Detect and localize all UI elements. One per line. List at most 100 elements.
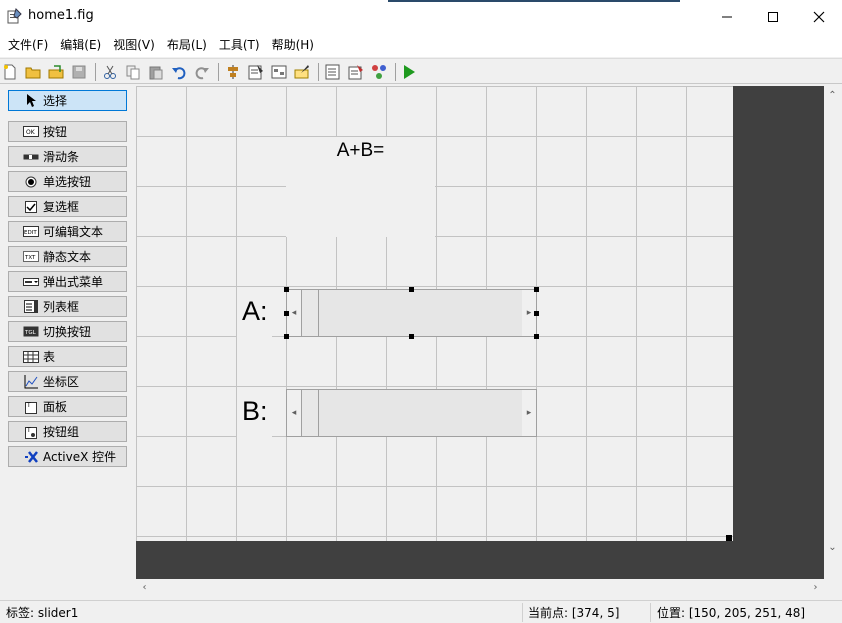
menu-editor-icon (248, 65, 263, 80)
maximize-button[interactable] (750, 0, 796, 33)
svg-text:T: T (26, 402, 31, 409)
selection-handle[interactable] (284, 311, 289, 316)
cut-button[interactable] (101, 63, 119, 81)
scroll-left-arrow[interactable]: ‹ (136, 579, 153, 596)
menu-help[interactable]: 帮助(H) (266, 33, 320, 57)
save-icon (48, 65, 64, 79)
selection-handle[interactable] (534, 311, 539, 316)
scroll-down-arrow[interactable]: ⌄ (824, 539, 841, 556)
status-tag: 标签: slider1 (6, 606, 79, 620)
object-browser-button[interactable] (370, 63, 388, 81)
a-text-component[interactable]: A: (237, 293, 272, 338)
minimize-button[interactable] (704, 0, 750, 33)
selection-handle[interactable] (409, 334, 414, 339)
run-button[interactable] (400, 63, 418, 81)
svg-text:EDIT: EDIT (24, 230, 37, 236)
copy-button[interactable] (124, 63, 142, 81)
vertical-scrollbar[interactable]: ⌃ ⌄ (824, 86, 842, 579)
save-disabled-icon (72, 65, 86, 79)
palette-edit-text[interactable]: EDIT 可编辑文本 (8, 221, 127, 242)
status-separator (522, 603, 523, 622)
palette-label: 单选按钮 (43, 175, 92, 189)
slider-b[interactable]: ◂ ▸ (286, 389, 537, 437)
palette-label: ActiveX 控件 (43, 450, 117, 464)
selection-handle[interactable] (409, 287, 414, 292)
palette-push-button[interactable]: OK 按钮 (8, 121, 127, 142)
menu-tools[interactable]: 工具(T) (213, 33, 266, 57)
palette-button-group[interactable]: T 按钮组 (8, 421, 127, 442)
undo-button[interactable] (170, 63, 188, 81)
palette-label: 按钮 (43, 125, 68, 139)
status-current-point: 当前点: [374, 5] (528, 606, 620, 620)
b-text-component[interactable]: B: (237, 393, 272, 438)
palette-checkbox[interactable]: 复选框 (8, 196, 127, 217)
redo-button[interactable] (193, 63, 211, 81)
palette-activex[interactable]: ActiveX 控件 (8, 446, 127, 467)
property-inspector-button[interactable] (347, 63, 365, 81)
a-label: A: (242, 296, 268, 326)
menu-bar: 文件(F) 编辑(E) 视图(V) 布局(L) 工具(T) 帮助(H) (0, 33, 842, 57)
palette-listbox[interactable]: 列表框 (8, 296, 127, 317)
slider-left-arrow[interactable]: ◂ (287, 290, 301, 336)
layout-canvas[interactable]: A+B= A: B: ◂ ▸ ◂ ▸ (136, 86, 824, 579)
copy-icon (126, 65, 140, 80)
status-bar: 标签: slider1 当前点: [374, 5] 位置: [150, 205,… (0, 600, 842, 623)
toolbar-editor-button[interactable] (293, 63, 311, 81)
paste-button[interactable] (147, 63, 165, 81)
selection-handle[interactable] (284, 287, 289, 292)
toolbar-editor-icon (294, 65, 309, 79)
toggle-button-icon: TGL (23, 325, 39, 338)
toolbar-separator (395, 63, 396, 81)
close-button[interactable] (796, 0, 842, 33)
scroll-up-arrow[interactable]: ⌃ (824, 87, 841, 104)
horizontal-scrollbar[interactable]: ‹ › (136, 579, 824, 596)
cursor-icon (23, 94, 39, 107)
selection-handle[interactable] (284, 334, 289, 339)
palette-panel[interactable]: T 面板 (8, 396, 127, 417)
palette-axes[interactable]: 坐标区 (8, 371, 127, 392)
figure-resize-handle[interactable] (726, 535, 732, 541)
save-disabled-button[interactable] (70, 63, 88, 81)
open-button[interactable] (24, 63, 42, 81)
palette-radio-button[interactable]: 单选按钮 (8, 171, 127, 192)
palette-popup-menu[interactable]: 弹出式菜单 (8, 271, 127, 292)
palette-slider[interactable]: 滑动条 (8, 146, 127, 167)
radio-icon (23, 175, 39, 188)
sum-text-component[interactable]: A+B= (286, 137, 435, 237)
tab-order-button[interactable] (270, 63, 288, 81)
redo-icon (195, 67, 209, 80)
scroll-right-arrow[interactable]: › (807, 579, 824, 596)
slider-icon (23, 150, 39, 163)
palette-table[interactable]: 表 (8, 346, 127, 367)
editor-button[interactable] (324, 63, 342, 81)
title-bar: home1.fig (0, 0, 842, 33)
menu-view[interactable]: 视图(V) (107, 33, 161, 57)
new-button[interactable] (1, 63, 19, 81)
sum-label: A+B= (336, 140, 385, 161)
editor-icon (325, 64, 340, 80)
palette-toggle-button[interactable]: TGL 切换按钮 (8, 321, 127, 342)
slider-left-arrow[interactable]: ◂ (287, 390, 301, 436)
title-accent (388, 0, 680, 2)
menu-layout[interactable]: 布局(L) (161, 33, 213, 57)
toolbar (0, 58, 842, 84)
menu-edit[interactable]: 编辑(E) (54, 33, 107, 57)
palette-label: 选择 (43, 94, 68, 108)
run-icon (404, 65, 415, 79)
palette-label: 表 (43, 350, 56, 364)
slider-thumb[interactable] (301, 290, 319, 336)
slider-thumb[interactable] (301, 390, 319, 436)
panel-icon: T (23, 400, 39, 414)
align-button[interactable] (224, 63, 242, 81)
menu-editor-button[interactable] (247, 63, 265, 81)
selection-handle[interactable] (534, 334, 539, 339)
slider-a[interactable]: ◂ ▸ (286, 289, 537, 337)
menu-file[interactable]: 文件(F) (2, 33, 54, 57)
slider-right-arrow[interactable]: ▸ (522, 390, 536, 436)
selection-handle[interactable] (534, 287, 539, 292)
svg-text:OK: OK (26, 129, 36, 136)
palette-static-text[interactable]: TXT 静态文本 (8, 246, 127, 267)
palette-select[interactable]: 选择 (8, 90, 127, 111)
save-button[interactable] (47, 63, 65, 81)
axes-icon (23, 374, 39, 388)
